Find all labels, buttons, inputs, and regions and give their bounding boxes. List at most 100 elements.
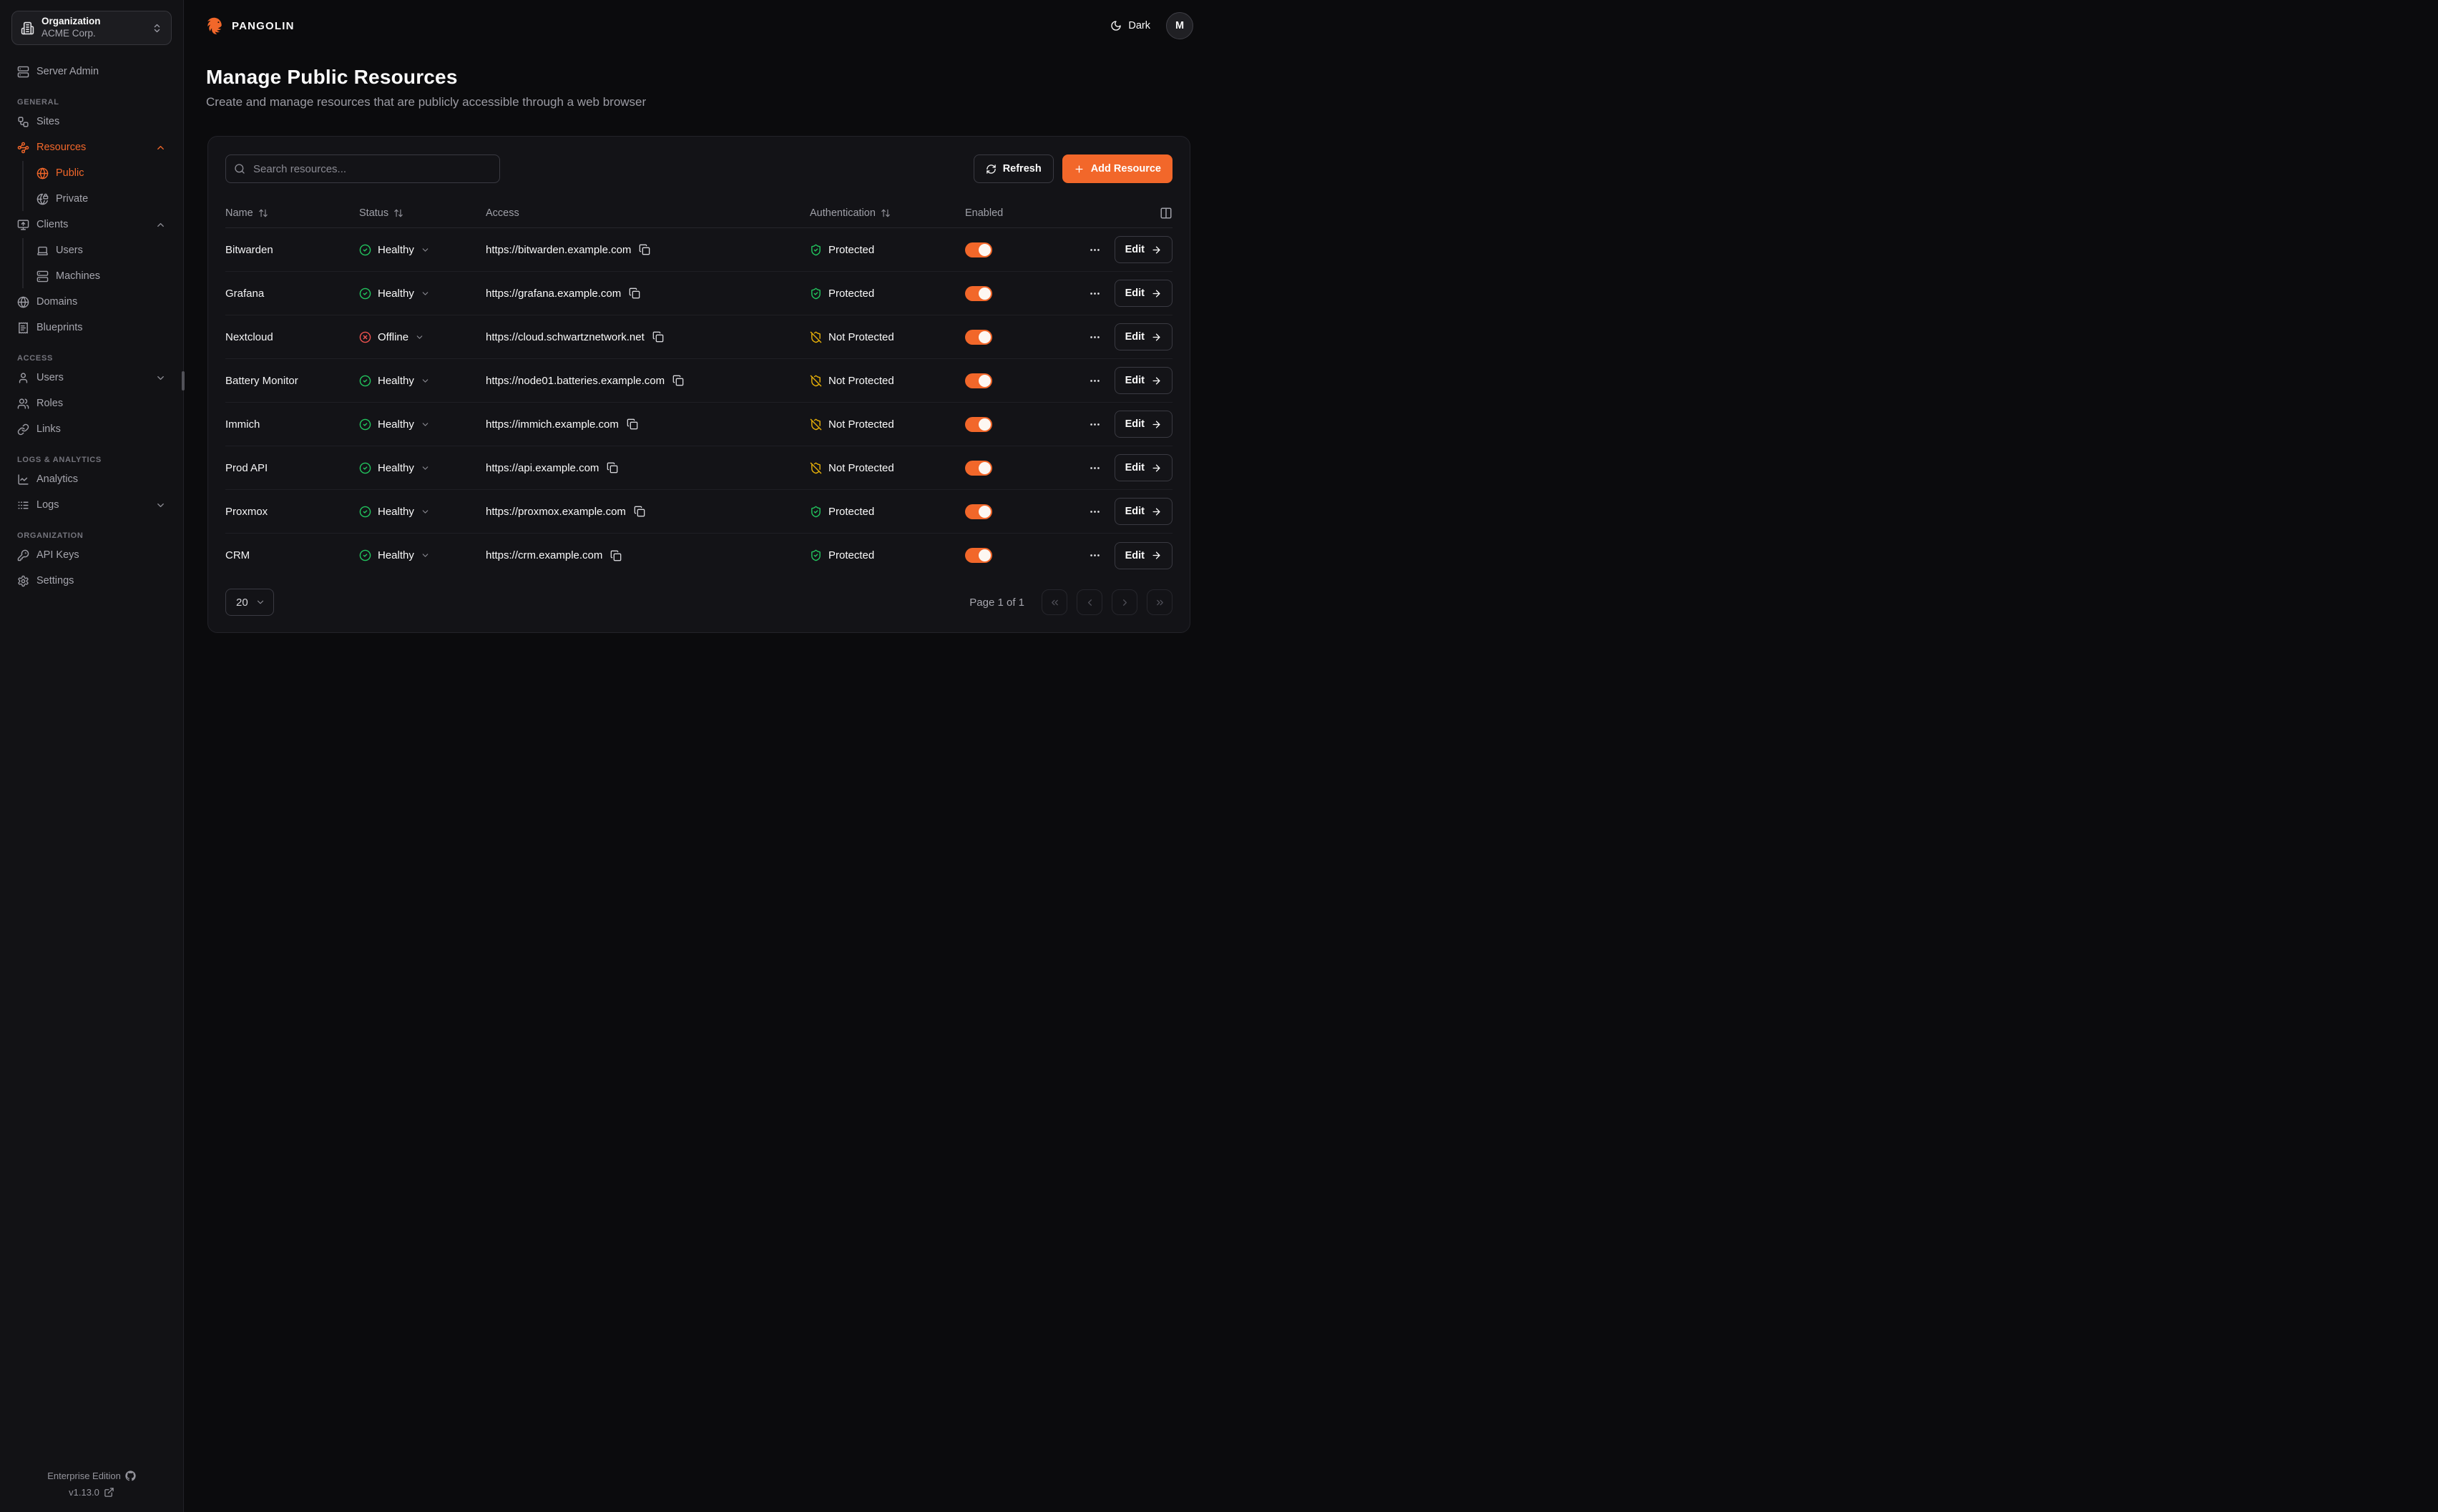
enabled-toggle[interactable] [965,286,992,301]
copy-url-button[interactable] [637,242,652,257]
sidebar-item-users[interactable]: Users [11,365,172,390]
resource-url: https://immich.example.com [486,418,619,431]
sidebar-item-api-keys[interactable]: API Keys [11,543,172,567]
sidebar-item-private[interactable]: Private [31,187,172,211]
prev-page-button[interactable] [1077,589,1102,615]
sidebar-item-clients[interactable]: Clients [11,212,172,237]
globe-lock-icon [36,193,49,205]
status-cell[interactable]: Healthy [359,418,486,431]
org-selector[interactable]: Organization ACME Corp. [11,11,172,45]
next-page-button[interactable] [1112,589,1137,615]
edit-label: Edit [1125,506,1145,517]
status-cell[interactable]: Healthy [359,244,486,256]
avatar[interactable]: M [1166,12,1193,39]
copy-url-button[interactable] [625,417,640,431]
row-menu-button[interactable] [1086,546,1104,564]
sidebar-item-logs[interactable]: Logs [11,493,172,517]
refresh-button[interactable]: Refresh [974,154,1054,183]
status-icon [359,418,371,431]
sidebar-item-resources[interactable]: Resources [11,135,172,159]
row-menu-button[interactable] [1086,328,1104,346]
copy-url-button[interactable] [627,286,642,300]
header-status[interactable]: Status [359,207,486,219]
sidebar-scrollbar-thumb[interactable] [182,371,185,391]
status-cell[interactable]: Offline [359,331,486,343]
enabled-toggle[interactable] [965,548,992,563]
sidebar-item-sites[interactable]: Sites [11,109,172,134]
sidebar-item-roles[interactable]: Roles [11,391,172,416]
sidebar-item-analytics[interactable]: Analytics [11,467,172,491]
sidebar-item-label: Settings [36,575,74,586]
first-page-button[interactable] [1042,589,1067,615]
row-menu-button[interactable] [1086,285,1104,303]
row-menu-button[interactable] [1086,503,1104,521]
brand[interactable]: PANGOLIN [205,16,295,36]
sidebar-item-label: Sites [36,116,59,127]
laptop-icon [36,245,49,257]
pangolin-logo-icon [205,16,225,36]
sidebar-item-server-admin[interactable]: Server Admin [11,59,172,84]
enabled-toggle[interactable] [965,242,992,257]
chevrons-up-down-icon [152,23,162,34]
copy-url-button[interactable] [671,373,685,388]
row-menu-button[interactable] [1086,459,1104,477]
sidebar-item-public[interactable]: Public [31,161,172,185]
sidebar-item-domains[interactable]: Domains [11,290,172,314]
sidebar-item-blueprints[interactable]: Blueprints [11,315,172,340]
header-name[interactable]: Name [225,207,359,219]
row-menu-button[interactable] [1086,416,1104,433]
status-icon [359,244,371,256]
edit-button[interactable]: Edit [1115,280,1173,307]
sidebar-item-links[interactable]: Links [11,417,172,441]
enabled-toggle[interactable] [965,461,992,476]
section-label-organization: ORGANIZATION [17,531,166,540]
edit-button[interactable]: Edit [1115,542,1173,569]
add-resource-button[interactable]: Add Resource [1062,154,1173,183]
sidebar-item-label: Machines [56,270,100,282]
edition-link[interactable]: Enterprise Edition [0,1471,183,1481]
edit-button[interactable]: Edit [1115,411,1173,438]
enabled-toggle[interactable] [965,373,992,388]
copy-url-button[interactable] [605,461,620,475]
sidebar-item-machines[interactable]: Machines [31,264,172,288]
theme-toggle-button[interactable]: Dark [1110,20,1150,31]
copy-url-button[interactable] [632,504,647,519]
status-text: Offline [378,331,408,343]
last-page-button[interactable] [1147,589,1173,615]
page-size-select[interactable]: 20 [225,589,274,616]
auth-shield-icon [810,288,822,300]
row-menu-button[interactable] [1086,241,1104,259]
status-cell[interactable]: Healthy [359,549,486,561]
status-text: Healthy [378,549,414,561]
enabled-toggle[interactable] [965,330,992,345]
edit-button[interactable]: Edit [1115,236,1173,263]
copy-url-button[interactable] [609,549,623,563]
edit-label: Edit [1125,375,1145,386]
header-enabled: Enabled [965,207,1097,219]
table-row: Prod API Healthy https://api.example.com… [225,446,1173,490]
status-cell[interactable]: Healthy [359,506,486,518]
auth-shield-icon [810,462,822,474]
sidebar-item-client-users[interactable]: Users [31,238,172,262]
sidebar-nav: Server Admin GENERAL Sites Resources Pub… [0,45,183,593]
version-link[interactable]: v1.13.0 [0,1487,183,1498]
header-authentication[interactable]: Authentication [810,207,965,219]
search-input[interactable] [225,154,500,183]
status-cell[interactable]: Healthy [359,462,486,474]
enabled-toggle[interactable] [965,504,992,519]
sidebar-item-settings[interactable]: Settings [11,569,172,593]
enabled-toggle[interactable] [965,417,992,432]
row-menu-button[interactable] [1086,372,1104,390]
section-label-general: GENERAL [17,98,166,107]
edit-button[interactable]: Edit [1115,323,1173,350]
status-cell[interactable]: Healthy [359,375,486,387]
resource-name: Prod API [225,462,359,474]
status-icon [359,462,371,474]
edit-button[interactable]: Edit [1115,454,1173,481]
copy-icon [639,244,650,255]
column-settings-button[interactable] [1097,207,1173,220]
edit-button[interactable]: Edit [1115,498,1173,525]
copy-url-button[interactable] [651,330,665,344]
status-cell[interactable]: Healthy [359,288,486,300]
edit-button[interactable]: Edit [1115,367,1173,394]
